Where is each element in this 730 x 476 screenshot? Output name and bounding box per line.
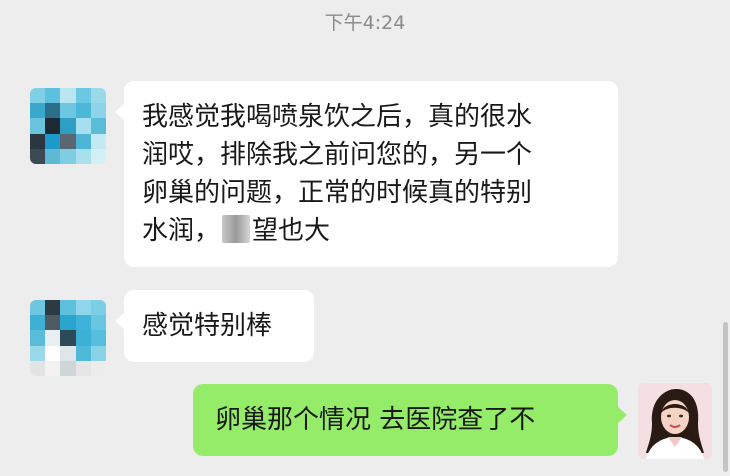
scrollbar[interactable] bbox=[723, 322, 728, 472]
message-bubble-incoming-1[interactable]: 我感觉我喝喷泉饮之后，真的很水 润哎，排除我之前问您的，另一个 卵巢的问题，正常… bbox=[115, 81, 618, 267]
message-text-fragment: 望也大 bbox=[252, 216, 331, 246]
bubble-tail bbox=[115, 312, 125, 330]
message-line: 卵巢的问题，正常的时候真的特别 bbox=[142, 178, 533, 208]
message-line: 水润， 望也大 bbox=[142, 212, 600, 250]
chat-timestamp: 下午4:24 bbox=[324, 12, 406, 34]
contact-avatar-1[interactable] bbox=[30, 88, 106, 164]
bubble-tail bbox=[617, 406, 627, 424]
self-avatar[interactable] bbox=[638, 383, 712, 459]
contact-avatar-2[interactable] bbox=[30, 300, 106, 376]
user-photo-avatar bbox=[638, 383, 712, 459]
message-line: 我感觉我喝喷泉饮之后，真的很水 bbox=[142, 102, 533, 132]
message-bubble-incoming-2[interactable]: 感觉特别棒 bbox=[115, 290, 314, 362]
message-text: 卵巢那个情况 去医院查了不 bbox=[215, 405, 536, 435]
message-text: 感觉特别棒 bbox=[142, 311, 273, 341]
message-text-fragment: 水润， bbox=[142, 216, 221, 246]
pixelated-avatar-icon bbox=[30, 300, 106, 376]
bubble-tail bbox=[115, 103, 125, 121]
message-bubble-outgoing-1[interactable]: 卵巢那个情况 去医院查了不 bbox=[193, 384, 627, 456]
pixelated-avatar-icon bbox=[30, 88, 106, 164]
redacted-character bbox=[222, 215, 251, 243]
message-line: 润哎，排除我之前问您的，另一个 bbox=[142, 140, 533, 170]
